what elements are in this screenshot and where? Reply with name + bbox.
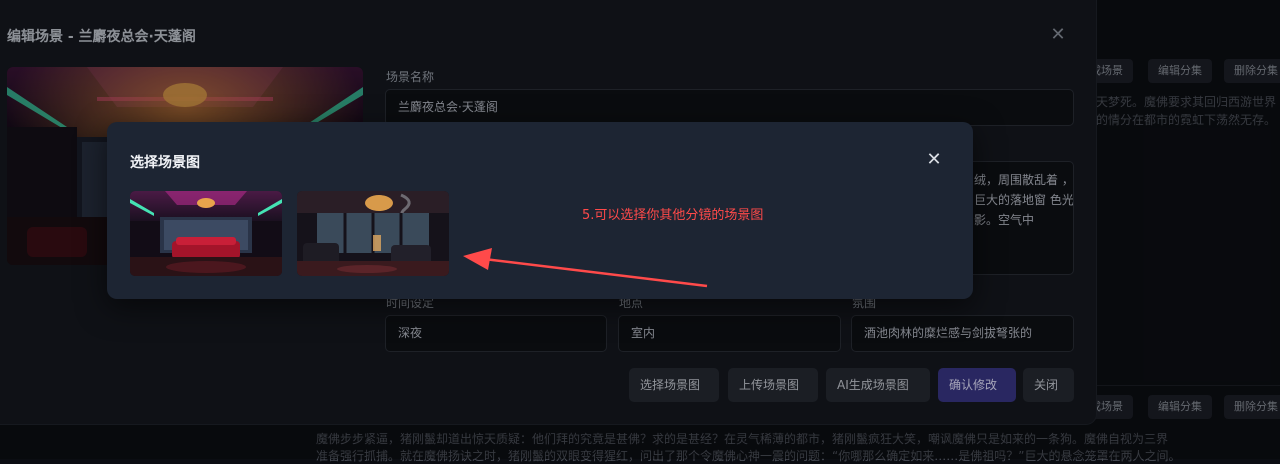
scene-thumbnail-rainy-window[interactable] xyxy=(297,191,449,276)
modal-title: 选择场景图 xyxy=(130,155,200,171)
scene-thumbnail-red-sofa[interactable] xyxy=(130,191,282,276)
modal-close-icon[interactable]: ✕ xyxy=(923,149,945,171)
annotation-text: 5.可以选择你其他分镜的场景图 xyxy=(582,208,764,223)
select-scene-image-modal: 选择场景图 ✕ 5.可以选择你其他分镜的场景图 xyxy=(107,122,973,299)
